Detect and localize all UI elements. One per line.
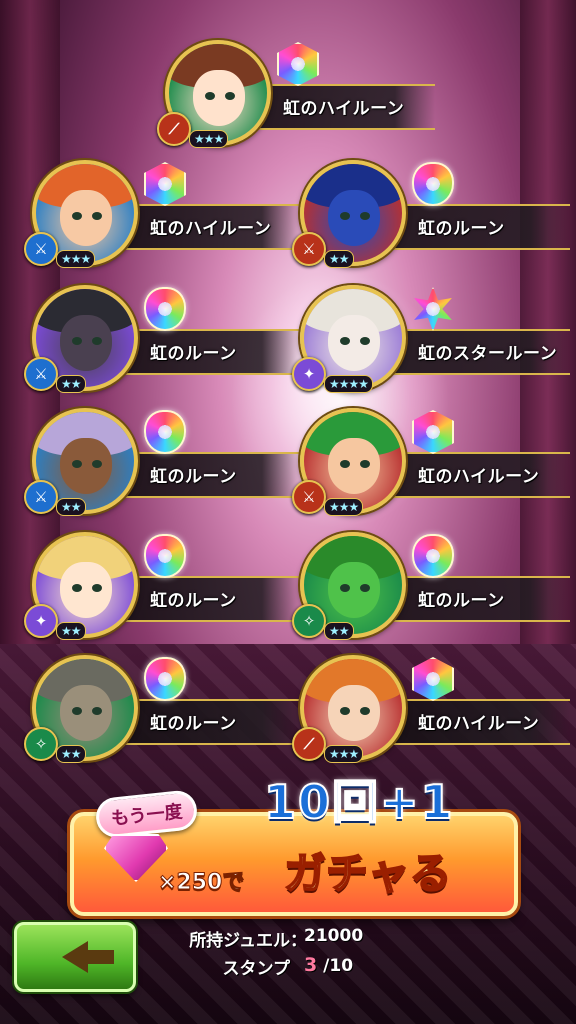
result-card[interactable]: 虹のハイルーン ⟋ ★★★ bbox=[157, 40, 435, 150]
stamp-total: /10 bbox=[323, 956, 354, 976]
rainbow-rune-icon bbox=[144, 162, 186, 206]
bow-type-icon: ⟋ bbox=[157, 112, 191, 146]
rune-name: 虹のルーン bbox=[150, 467, 237, 487]
result-card[interactable]: 虹のルーン ✧ ★★ bbox=[292, 532, 570, 642]
rarity-stars: ★★★ bbox=[56, 250, 96, 268]
rune-name: 虹のハイルーン bbox=[150, 219, 272, 239]
back-button[interactable] bbox=[14, 922, 136, 992]
bow-type-icon: ⟋ bbox=[292, 727, 326, 761]
result-card[interactable]: 虹のルーン ⚔ ★★ bbox=[24, 285, 302, 395]
rainbow-rune-icon bbox=[144, 410, 186, 454]
result-card[interactable]: 虹のルーン ✦ ★★ bbox=[24, 532, 302, 642]
rarity-stars: ★★ bbox=[324, 250, 354, 268]
rune-name: 虹のルーン bbox=[150, 714, 237, 734]
rune-name: 虹のスタールーン bbox=[418, 344, 558, 364]
sword-type-icon: ⚔ bbox=[292, 232, 326, 266]
rarity-stars: ★★ bbox=[56, 622, 86, 640]
rainbow-rune-icon bbox=[412, 657, 454, 701]
axe-type-icon: ⚔ bbox=[24, 232, 58, 266]
rarity-stars: ★★★ bbox=[189, 130, 229, 148]
rainbow-rune-icon bbox=[414, 287, 452, 331]
rune-name: 虹のハイルーン bbox=[418, 467, 540, 487]
staff-type-icon: ✦ bbox=[24, 604, 58, 638]
gacha-action-label: ガチャる bbox=[283, 848, 453, 899]
result-card[interactable]: 虹のハイルーン ⟋ ★★★ bbox=[292, 655, 570, 765]
rainbow-rune-icon bbox=[144, 657, 186, 701]
jewel-row: 所持ジュエル ： 21000 bbox=[170, 926, 400, 954]
result-card[interactable]: 虹のルーン ✧ ★★ bbox=[24, 655, 302, 765]
rainbow-rune-icon bbox=[277, 42, 319, 86]
rarity-stars: ★★★ bbox=[324, 498, 364, 516]
sword-type-icon: ⚔ bbox=[292, 480, 326, 514]
staff-type-icon: ✦ bbox=[292, 357, 326, 391]
again-label: もう一度 bbox=[94, 788, 200, 840]
rarity-stars: ★★★ bbox=[324, 745, 364, 763]
stamp-row: スタンプ 3 /10 bbox=[170, 954, 400, 982]
axe-type-icon: ⚔ bbox=[24, 480, 58, 514]
rune-name: 虹のハイルーン bbox=[418, 714, 540, 734]
rune-name: 虹のルーン bbox=[418, 591, 505, 611]
jewel-label: 所持ジュエル bbox=[189, 931, 290, 951]
stamp-current: 3 bbox=[304, 954, 318, 976]
rune-name: 虹のルーン bbox=[150, 344, 237, 364]
rainbow-rune-icon bbox=[412, 410, 454, 454]
rune-name: 虹のルーン bbox=[150, 591, 237, 611]
spear-type-icon: ✧ bbox=[292, 604, 326, 638]
rainbow-rune-icon bbox=[412, 162, 454, 206]
back-arrow-icon bbox=[62, 941, 114, 973]
rainbow-rune-icon bbox=[412, 534, 454, 578]
spear-type-icon: ✧ bbox=[24, 727, 58, 761]
gacha-again-button[interactable]: もう一度 10回+1 ×250で ガチャる bbox=[70, 774, 518, 916]
currency-info: 所持ジュエル ： 21000 スタンプ 3 /10 bbox=[170, 926, 400, 982]
stamp-label: スタンプ bbox=[222, 959, 291, 979]
rainbow-rune-icon bbox=[144, 534, 186, 578]
rarity-stars: ★★ bbox=[56, 375, 86, 393]
rarity-stars: ★★ bbox=[56, 745, 86, 763]
cost-label: ×250で bbox=[157, 870, 245, 896]
jewel-value: 21000 bbox=[304, 926, 364, 946]
result-card[interactable]: 虹のハイルーン ⚔ ★★★ bbox=[292, 408, 570, 518]
result-card[interactable]: 虹のハイルーン ⚔ ★★★ bbox=[24, 160, 302, 270]
rarity-stars: ★★ bbox=[324, 622, 354, 640]
result-card[interactable]: 虹のスタールーン ✦ ★★★★ bbox=[292, 285, 570, 395]
rarity-stars: ★★ bbox=[56, 498, 86, 516]
result-card[interactable]: 虹のルーン ⚔ ★★ bbox=[292, 160, 570, 270]
result-card[interactable]: 虹のルーン ⚔ ★★ bbox=[24, 408, 302, 518]
rune-name: 虹のハイルーン bbox=[283, 99, 405, 119]
axe-type-icon: ⚔ bbox=[24, 357, 58, 391]
rarity-stars: ★★★★ bbox=[324, 375, 374, 393]
rainbow-rune-icon bbox=[144, 287, 186, 331]
draw-count-label: 10回+1 bbox=[263, 774, 455, 830]
rune-name: 虹のルーン bbox=[418, 219, 505, 239]
